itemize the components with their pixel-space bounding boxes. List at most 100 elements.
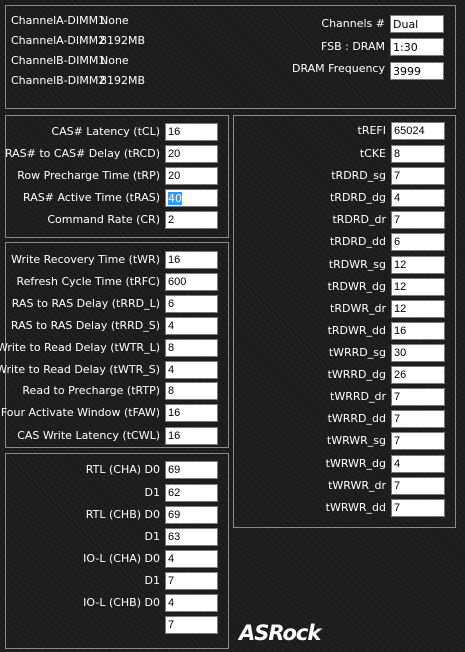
iol-cha-d0-label: IO-L (CHA) D0 <box>83 552 160 565</box>
twrwr-dg-input[interactable] <box>391 455 445 473</box>
trtp-input[interactable] <box>165 382 218 400</box>
trrd-l-input[interactable] <box>165 295 218 313</box>
fsb-dram-label: FSB : DRAM <box>320 40 385 53</box>
trdwr-dd-input[interactable] <box>391 322 445 340</box>
dimm-name: ChannelB-DIMM2 <box>11 74 106 87</box>
dimm-row-b2: ChannelB-DIMM28192MB <box>11 74 145 88</box>
trcd-label: RAS# to CAS# Delay (tRCD) <box>4 147 160 160</box>
trrd-s-input[interactable] <box>165 317 218 335</box>
tcl-input[interactable] <box>165 123 218 141</box>
dram-frequency-field: 3999 <box>390 62 444 80</box>
tras-selected-value: 40 <box>168 192 182 205</box>
tertiary-timings-panel: tREFI tCKE tRDRD_sg tRDRD_dg tRDRD_dr tR… <box>233 115 456 528</box>
trdwr-dd-label: tRDWR_dd <box>327 324 386 337</box>
trfc-input[interactable] <box>165 273 218 291</box>
channels-label: Channels # <box>321 17 385 30</box>
trefi-input[interactable] <box>391 122 445 140</box>
dimm-name: ChannelA-DIMM2 <box>11 34 106 47</box>
twrwr-dd-input[interactable] <box>391 499 445 517</box>
twrrd-sg-label: tWRRD_sg <box>328 346 386 359</box>
iol-cha-d1-label: D1 <box>144 574 160 587</box>
twr-label: Write Recovery Time (tWR) <box>11 253 160 266</box>
twrwr-sg-input[interactable] <box>391 432 445 450</box>
trdrd-sg-label: tRDRD_sg <box>331 169 386 182</box>
twrrd-sg-input[interactable] <box>391 344 445 362</box>
trdwr-sg-label: tRDWR_sg <box>328 258 386 271</box>
trdrd-dg-label: tRDRD_dg <box>329 191 386 204</box>
tcke-label: tCKE <box>359 147 386 160</box>
iol-cha-d1-input[interactable] <box>165 572 218 590</box>
dimm-row-a2: ChannelA-DIMM28192MB <box>11 34 145 48</box>
twrrd-dg-label: tWRRD_dg <box>327 368 386 381</box>
trtp-label: Read to Precharge (tRTP) <box>22 384 160 397</box>
asrock-logo-text: ASRock <box>238 621 323 644</box>
trdwr-sg-input[interactable] <box>391 256 445 274</box>
trdrd-dr-input[interactable] <box>391 211 445 229</box>
rtl-iol-panel: RTL (CHA) D0 D1 RTL (CHB) D0 D1 IO-L (CH… <box>5 453 229 649</box>
twtr-l-label: Write to Read Delay (tWTR_L) <box>0 341 160 354</box>
channels-field: Dual <box>390 15 444 33</box>
trdwr-dr-input[interactable] <box>391 300 445 318</box>
trdrd-dd-input[interactable] <box>391 233 445 251</box>
dimm-size: None <box>100 14 129 27</box>
twrrd-dr-input[interactable] <box>391 388 445 406</box>
trp-input[interactable] <box>165 167 218 185</box>
dimm-name: ChannelB-DIMM1 <box>11 54 106 67</box>
tras-label: RAS# Active Time (tRAS) <box>23 191 160 204</box>
dimm-size: None <box>100 54 129 67</box>
primary-timings-panel: CAS# Latency (tCL) RAS# to CAS# Delay (t… <box>5 115 229 238</box>
trrd-l-label: RAS to RAS Delay (tRRD_L) <box>11 297 160 310</box>
tfaw-label: Four Activate Window (tFAW) <box>0 406 160 419</box>
twrwr-dd-label: tWRWR_dd <box>325 501 386 514</box>
tras-input[interactable]: 40 <box>165 189 218 207</box>
trrd-s-label: RAS to RAS Delay (tRRD_S) <box>10 319 160 332</box>
twrrd-dg-input[interactable] <box>391 366 445 384</box>
dimm-row-b1: ChannelB-DIMM1None <box>11 54 129 68</box>
twtr-s-input[interactable] <box>165 361 218 379</box>
twrrd-dr-label: tWRRD_dr <box>330 390 386 403</box>
tfaw-input[interactable] <box>165 404 218 422</box>
dimm-row-a1: ChannelA-DIMM1None <box>11 14 129 28</box>
twrwr-dg-label: tWRWR_dg <box>325 457 386 470</box>
trdwr-dg-input[interactable] <box>391 278 445 296</box>
iol-chb-d1-input[interactable] <box>165 616 218 634</box>
twrwr-sg-label: tWRWR_sg <box>326 434 386 447</box>
secondary-timings-panel: Write Recovery Time (tWR) Refresh Cycle … <box>0 242 229 448</box>
trdwr-dg-label: tRDWR_dg <box>327 280 386 293</box>
trdrd-dg-input[interactable] <box>391 189 445 207</box>
rtl-cha-d0-label: RTL (CHA) D0 <box>85 463 160 476</box>
trefi-label: tREFI <box>357 124 386 137</box>
command-rate-input[interactable] <box>165 211 218 229</box>
rtl-chb-d0-label: RTL (CHB) D0 <box>85 508 160 521</box>
trcd-input[interactable] <box>165 145 218 163</box>
rtl-chb-d1-input[interactable] <box>165 528 218 546</box>
rtl-cha-d1-input[interactable] <box>165 484 218 502</box>
trdrd-dd-label: tRDRD_dd <box>329 235 386 248</box>
tcke-input[interactable] <box>391 145 445 163</box>
rtl-cha-d0-input[interactable] <box>165 461 218 479</box>
tcl-label: CAS# Latency (tCL) <box>51 125 160 138</box>
trdwr-dr-label: tRDWR_dr <box>330 302 386 315</box>
tcwl-input[interactable] <box>165 427 218 445</box>
rtl-chb-d0-input[interactable] <box>165 506 218 524</box>
iol-chb-d0-input[interactable] <box>165 594 218 612</box>
tcwl-label: CAS Write Latency (tCWL) <box>17 429 160 442</box>
twtr-l-input[interactable] <box>165 339 218 357</box>
asrock-logo: ASRock <box>238 621 324 644</box>
command-rate-label: Command Rate (CR) <box>47 213 160 226</box>
trp-label: Row Precharge Time (tRP) <box>17 169 160 182</box>
trdrd-sg-input[interactable] <box>391 167 445 185</box>
twrrd-dd-input[interactable] <box>391 410 445 428</box>
dimm-info-panel: ChannelA-DIMM1None ChannelA-DIMM28192MB … <box>5 5 456 109</box>
dimm-name: ChannelA-DIMM1 <box>11 14 106 27</box>
trdrd-dr-label: tRDRD_dr <box>332 213 386 226</box>
twr-input[interactable] <box>165 251 218 269</box>
twrwr-dr-label: tWRWR_dr <box>328 479 386 492</box>
twtr-s-label: Write to Read Delay (tWTR_S) <box>0 363 160 376</box>
rtl-chb-d1-label: D1 <box>144 530 160 543</box>
twrwr-dr-input[interactable] <box>391 477 445 495</box>
fsb-dram-field: 1:30 <box>390 38 444 56</box>
iol-chb-d0-label: IO-L (CHB) D0 <box>83 596 160 609</box>
iol-cha-d0-input[interactable] <box>165 550 218 568</box>
dimm-size: 8192MB <box>100 34 146 47</box>
